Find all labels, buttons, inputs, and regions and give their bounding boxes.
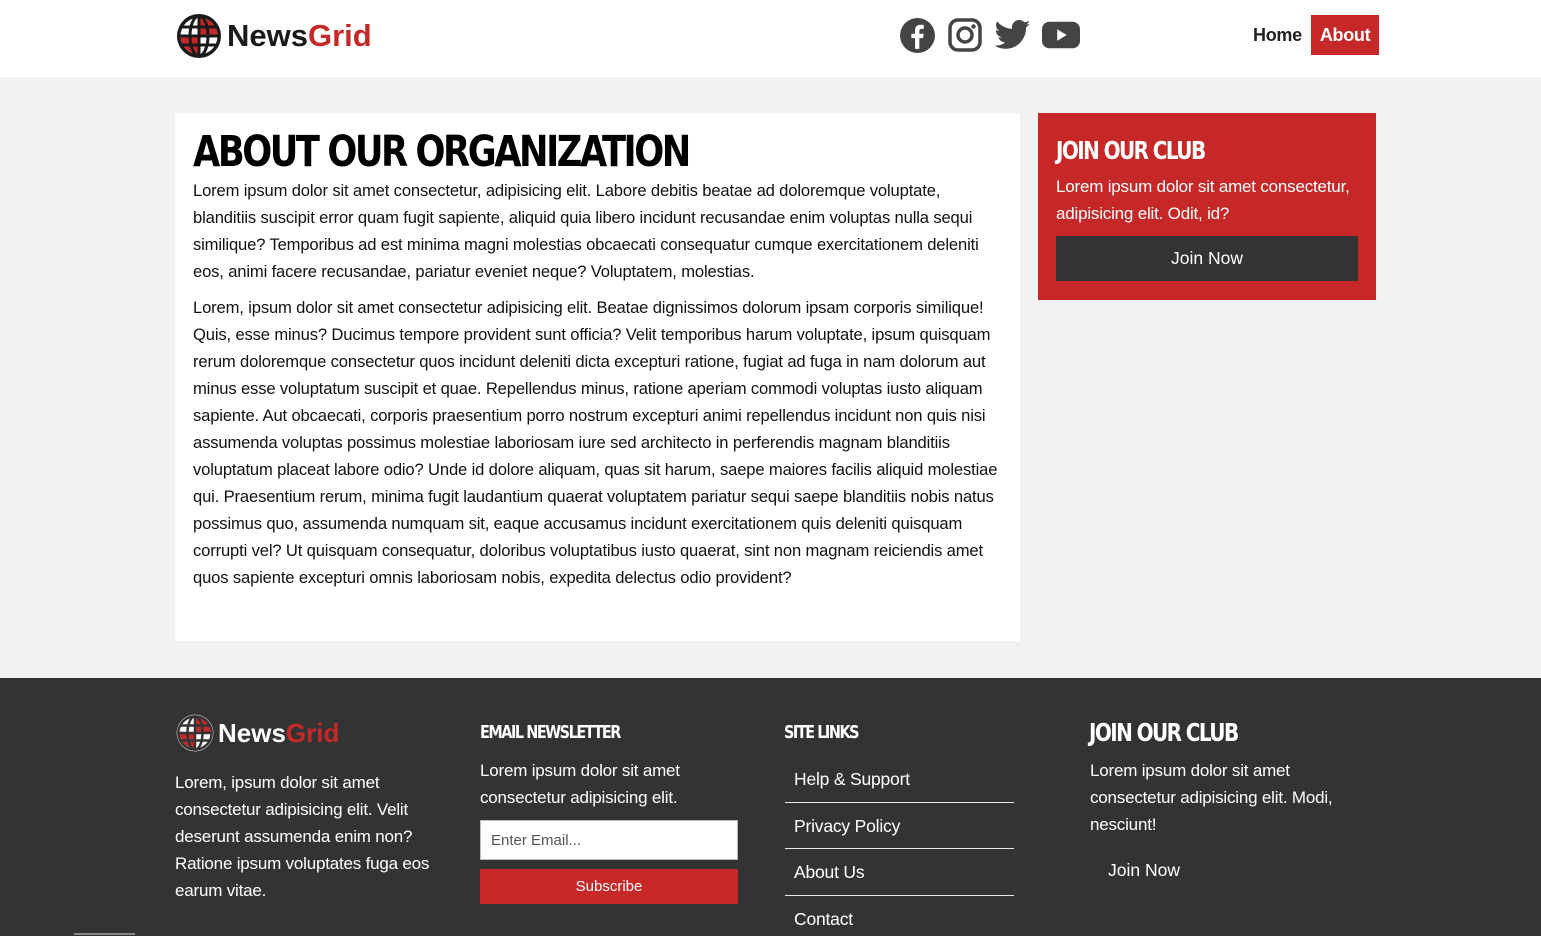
footer-link-contact[interactable]: Contact (785, 896, 1014, 936)
instagram-icon[interactable] (946, 16, 984, 54)
site-links-list: Help & Support Privacy Policy About Us C… (785, 756, 1014, 936)
logo-wordmark: NewsGrid (227, 18, 372, 54)
footer-link-privacy-policy[interactable]: Privacy Policy (785, 803, 1014, 849)
article-paragraph-2: Lorem, ipsum dolor sit amet consectetur … (193, 298, 998, 587)
footer-logo[interactable]: NewsGrid (175, 713, 339, 753)
footer-club-text: Lorem ipsum dolor sit amet consectetur a… (1090, 761, 1333, 834)
site-footer: NewsGrid Lorem, ipsum dolor sit amet con… (0, 678, 1541, 936)
footer-logo-wordmark: NewsGrid (218, 718, 339, 749)
logo-text-news: News (227, 18, 308, 53)
logo-text-grid: Grid (307, 18, 372, 53)
globe-logo-icon (176, 714, 214, 752)
social-links (898, 16, 1080, 54)
newsletter-title: Email Newsletter (480, 722, 621, 743)
globe-logo-icon (177, 14, 221, 58)
subscribe-button[interactable]: Subscribe (480, 869, 738, 904)
youtube-icon[interactable] (1042, 16, 1080, 54)
main-nav: Home About (1244, 15, 1380, 55)
site-links-title: Site Links (784, 722, 860, 743)
footer-logo-text-news: News (218, 717, 286, 748)
footer-link-help-support[interactable]: Help & Support (785, 756, 1014, 803)
nav-home[interactable]: Home (1244, 15, 1311, 55)
site-logo[interactable]: NewsGrid (175, 12, 372, 60)
footer-divider (74, 933, 135, 935)
twitter-icon[interactable] (994, 16, 1032, 54)
page-title: About Our Organization (193, 127, 691, 177)
footer-about-text: Lorem, ipsum dolor sit amet consectetur … (175, 773, 430, 900)
about-article: About Our Organization Lorem ipsum dolor… (175, 113, 1020, 641)
site-header: NewsGrid Home About (0, 0, 1541, 77)
newsletter-text: Lorem ipsum dolor sit amet consectetur a… (480, 761, 680, 807)
footer-link-about-us[interactable]: About Us (785, 849, 1014, 896)
footer-logo-text-grid: Grid (285, 717, 340, 748)
club-title: Join Our Club (1056, 136, 1206, 165)
join-now-button[interactable]: Join Now (1056, 236, 1358, 281)
nav-about[interactable]: About (1310, 15, 1380, 55)
facebook-icon[interactable] (898, 16, 936, 54)
article-paragraph-1: Lorem ipsum dolor sit amet consectetur, … (193, 181, 979, 281)
footer-club-title: Join Our Club (1089, 718, 1239, 747)
club-text: Lorem ipsum dolor sit amet consectetur, … (1056, 177, 1350, 223)
email-input[interactable] (480, 820, 738, 860)
footer-join-now-button[interactable]: Join Now (1090, 853, 1198, 888)
join-club-sidebar: Join Our Club Lorem ipsum dolor sit amet… (1038, 113, 1376, 300)
